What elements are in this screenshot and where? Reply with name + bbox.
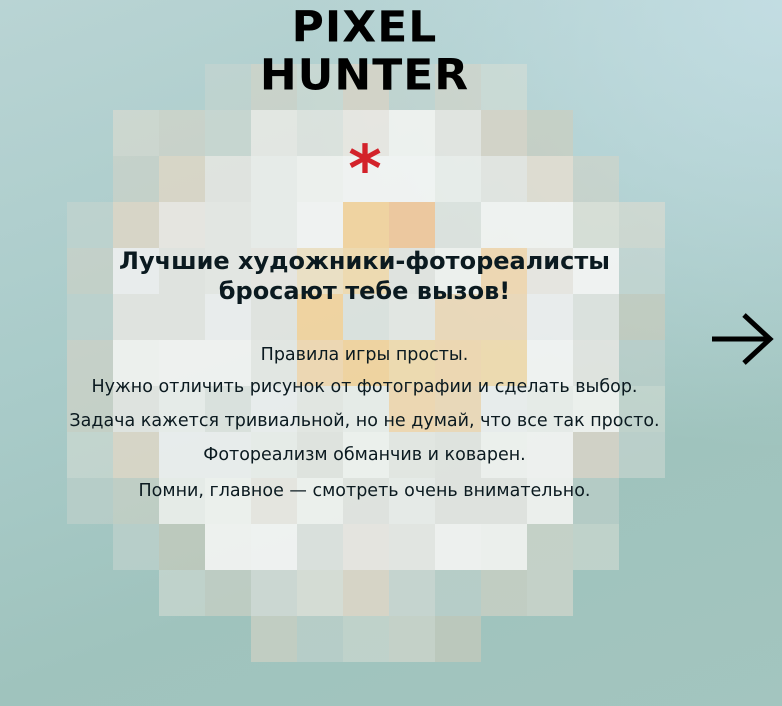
mosaic-tile — [343, 570, 389, 616]
mosaic-tile — [297, 570, 343, 616]
mosaic-tile — [435, 202, 481, 248]
mosaic-tile — [251, 202, 297, 248]
mosaic-tile — [251, 110, 297, 156]
mosaic-tile — [389, 202, 435, 248]
mosaic-tile — [205, 570, 251, 616]
mosaic-tile — [251, 570, 297, 616]
mosaic-tile — [389, 110, 435, 156]
mosaic-tile — [573, 202, 619, 248]
mosaic-tile — [435, 524, 481, 570]
rules-line-4: Фотореализм обманчив и коварен. — [203, 445, 526, 465]
mosaic-tile — [481, 156, 527, 202]
mosaic-tile — [481, 202, 527, 248]
mosaic-tile — [481, 524, 527, 570]
mosaic-tile — [389, 616, 435, 662]
rules-line-1: Правила игры просты. — [260, 345, 469, 365]
mosaic-tile — [297, 616, 343, 662]
mosaic-tile — [297, 156, 343, 202]
mosaic-tile — [343, 616, 389, 662]
mosaic-tile — [389, 524, 435, 570]
mosaic-tile — [205, 110, 251, 156]
mosaic-tile — [343, 202, 389, 248]
mosaic-tile — [619, 202, 665, 248]
mosaic-tile — [527, 110, 573, 156]
mosaic-tile — [159, 110, 205, 156]
mosaic-tile — [159, 570, 205, 616]
mosaic-tile — [205, 524, 251, 570]
mosaic-tile — [481, 570, 527, 616]
mosaic-tile — [113, 110, 159, 156]
mosaic-tile — [527, 202, 573, 248]
mosaic-tile — [435, 110, 481, 156]
mosaic-tile — [251, 156, 297, 202]
intro-heading-line1: Лучшие художники-фотореалисты — [119, 247, 610, 275]
mosaic-tile — [113, 202, 159, 248]
mosaic-tile — [481, 110, 527, 156]
logo-line-pixel: PIXEL — [291, 2, 438, 53]
mosaic-tile — [251, 616, 297, 662]
mosaic-tile — [159, 202, 205, 248]
mosaic-tile — [67, 202, 113, 248]
rules-line-3: Задача кажется тривиальной, но не думай,… — [69, 411, 660, 431]
mosaic-tile — [389, 156, 435, 202]
arrow-right-icon — [712, 313, 774, 365]
rules-line-5: Помни, главное — смотреть очень внимател… — [138, 481, 591, 501]
mosaic-tile — [343, 524, 389, 570]
mosaic-tile — [205, 156, 251, 202]
mosaic-tile — [205, 202, 251, 248]
mosaic-tile — [527, 156, 573, 202]
mosaic-tile — [573, 156, 619, 202]
mosaic-tile — [297, 202, 343, 248]
mosaic-tile — [527, 524, 573, 570]
mosaic-tile — [113, 524, 159, 570]
asterisk-mark: * — [348, 133, 382, 207]
next-button[interactable] — [710, 310, 776, 368]
mosaic-tile — [251, 524, 297, 570]
mosaic-tile — [113, 156, 159, 202]
mosaic-tile — [573, 524, 619, 570]
intro-heading-line2: бросают тебе вызов! — [218, 277, 511, 305]
rules-line-2: Нужно отличить рисунок от фотографии и с… — [91, 377, 638, 397]
mosaic-tile — [435, 616, 481, 662]
logo-line-hunter: HUNTER — [259, 50, 470, 101]
mosaic-tile — [527, 570, 573, 616]
mosaic-tile — [435, 156, 481, 202]
mosaic-tile — [297, 524, 343, 570]
mosaic-tile — [389, 570, 435, 616]
mosaic-tile — [297, 110, 343, 156]
mosaic-tile — [159, 524, 205, 570]
mosaic-tile — [435, 570, 481, 616]
mosaic-tile — [159, 156, 205, 202]
